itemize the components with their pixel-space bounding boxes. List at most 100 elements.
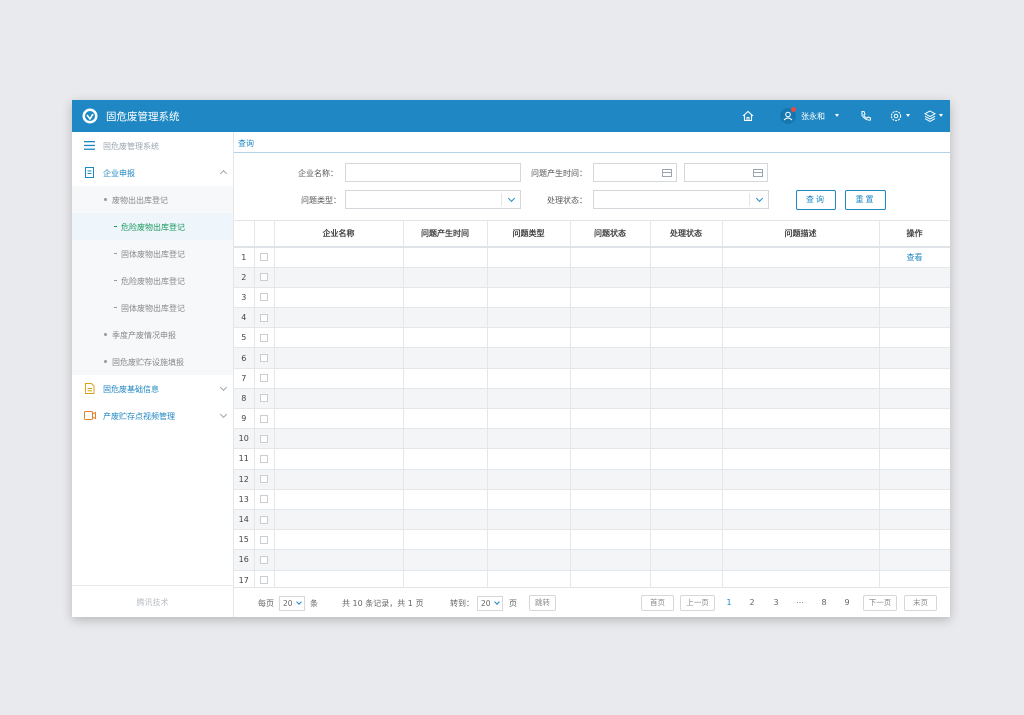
row-checkbox[interactable] — [260, 454, 268, 463]
sidebar-header[interactable]: 固危废管理系统 — [72, 132, 233, 159]
sidebar-item-solid-out[interactable]: 固体废物出库登记 — [72, 240, 233, 267]
cell-action — [879, 549, 950, 571]
table-row[interactable]: 5 — [234, 327, 950, 349]
sidebar-item-label: 危险废物出库登记 — [121, 223, 185, 232]
jump-button[interactable]: 跳转 — [529, 595, 556, 611]
sidebar-item-label: 废物出出库登记 — [112, 196, 168, 205]
table-row[interactable]: 13 — [234, 489, 950, 510]
table-row[interactable]: 15 — [234, 529, 950, 551]
cell-action — [879, 469, 950, 490]
calendar-icon[interactable] — [662, 169, 672, 177]
last-page-button[interactable]: 末页 — [904, 595, 937, 611]
table-row[interactable]: 8 — [234, 388, 950, 410]
row-checkbox[interactable] — [260, 535, 268, 544]
page-number[interactable]: 9 — [842, 598, 852, 607]
table-row[interactable]: 17 — [234, 570, 950, 587]
row-checkbox[interactable] — [260, 475, 268, 484]
row-checkbox[interactable] — [260, 434, 268, 443]
end-date-input[interactable] — [684, 163, 768, 182]
sidebar-item-waste-in-out[interactable]: 废物出出库登记 — [72, 186, 233, 213]
layers-icon[interactable] — [923, 109, 937, 123]
layers-caret-icon[interactable] — [939, 114, 943, 117]
row-checkbox[interactable] — [260, 414, 268, 423]
cell-action — [879, 529, 950, 551]
header-action[interactable]: 操作 — [879, 221, 950, 248]
table-row[interactable]: 14 — [234, 509, 950, 531]
row-checkbox[interactable] — [260, 253, 268, 262]
row-checkbox[interactable] — [260, 555, 268, 564]
cell-problem-status — [570, 327, 651, 349]
start-date-input[interactable] — [593, 163, 677, 182]
user-dropdown-caret-icon[interactable] — [835, 114, 839, 117]
table-row[interactable]: 12 — [234, 469, 950, 490]
per-page-select[interactable]: 20 — [279, 596, 305, 611]
table-row[interactable]: 4 — [234, 307, 950, 329]
reset-button[interactable]: 重置 — [845, 190, 886, 210]
row-checkbox-cell — [254, 267, 275, 288]
sidebar-item-hazardous-out-2[interactable]: 危险废物出库登记 — [72, 267, 233, 294]
company-input[interactable] — [345, 163, 521, 182]
page-number[interactable]: 3 — [771, 598, 781, 607]
header-problem-status[interactable]: 问题状态 — [570, 221, 651, 248]
chevron-down-icon[interactable] — [755, 194, 764, 203]
prev-page-button[interactable]: 上一页 — [680, 595, 715, 611]
first-page-button[interactable]: 首页 — [641, 595, 674, 611]
header-description[interactable]: 问题描述 — [722, 221, 880, 248]
header-company[interactable]: 企业名称 — [274, 221, 404, 248]
query-button[interactable]: 查询 — [796, 190, 836, 210]
view-link[interactable]: 查看 — [907, 253, 923, 262]
row-checkbox[interactable] — [260, 293, 268, 302]
table-row[interactable]: 11 — [234, 448, 950, 470]
file-icon — [85, 383, 95, 394]
phone-icon[interactable] — [859, 109, 873, 123]
table-row[interactable]: 16 — [234, 549, 950, 571]
home-icon[interactable] — [741, 109, 755, 123]
table-row[interactable]: 6 — [234, 347, 950, 369]
table-row[interactable]: 2 — [234, 267, 950, 288]
row-checkbox[interactable] — [260, 515, 268, 524]
tab-query[interactable]: 查询 — [238, 138, 254, 149]
sidebar-group-basic-info[interactable]: 固危废基础信息 — [72, 375, 233, 402]
table-row[interactable]: 7 — [234, 368, 950, 389]
row-checkbox[interactable] — [260, 354, 268, 363]
header-type[interactable]: 问题类型 — [487, 221, 571, 248]
sidebar-item-solid-out-2[interactable]: 固体废物出库登记 — [72, 294, 233, 321]
notification-dot — [791, 107, 796, 112]
table-row[interactable]: 10 — [234, 428, 950, 450]
username[interactable]: 张永和 — [801, 111, 825, 122]
next-page-button[interactable]: 下一页 — [863, 595, 897, 611]
row-checkbox[interactable] — [260, 394, 268, 403]
row-checkbox[interactable] — [260, 576, 268, 585]
header-time[interactable]: 问题产生时间 — [403, 221, 488, 248]
sidebar-item-quarterly-report[interactable]: 季度产废情况申报 — [72, 321, 233, 348]
row-checkbox[interactable] — [260, 374, 268, 383]
row-number: 9 — [234, 408, 255, 430]
gear-icon[interactable] — [889, 109, 903, 123]
row-checkbox[interactable] — [260, 273, 268, 282]
page-number[interactable]: 8 — [819, 598, 829, 607]
calendar-icon[interactable] — [753, 169, 763, 177]
select-divider — [749, 193, 750, 206]
cell-company — [274, 529, 404, 551]
row-checkbox[interactable] — [260, 495, 268, 504]
goto-page-select[interactable]: 20 — [477, 596, 503, 611]
row-checkbox[interactable] — [260, 333, 268, 342]
page-number[interactable]: 2 — [747, 598, 757, 607]
page-number-current[interactable]: 1 — [724, 598, 734, 607]
type-select[interactable] — [345, 190, 521, 209]
header-handle-status[interactable]: 处理状态 — [650, 221, 723, 248]
menu-icon[interactable] — [84, 141, 95, 150]
row-checkbox[interactable] — [260, 313, 268, 322]
table-row[interactable]: 1 查看 — [234, 247, 950, 268]
header-row-number — [234, 221, 255, 248]
status-select[interactable] — [593, 190, 769, 209]
chevron-down-icon[interactable] — [507, 194, 516, 203]
header-checkbox[interactable] — [254, 221, 275, 248]
table-row[interactable]: 9 — [234, 408, 950, 430]
sidebar-item-storage-facility[interactable]: 固危废贮存设施填报 — [72, 348, 233, 375]
sidebar-group-enterprise[interactable]: 企业申报 — [72, 159, 233, 186]
sidebar-group-video[interactable]: 产废贮存点视频管理 — [72, 402, 233, 429]
settings-caret-icon[interactable] — [906, 114, 910, 117]
table-row[interactable]: 3 — [234, 287, 950, 309]
sidebar-item-hazardous-out-active[interactable]: 危险废物出库登记 — [72, 213, 233, 240]
